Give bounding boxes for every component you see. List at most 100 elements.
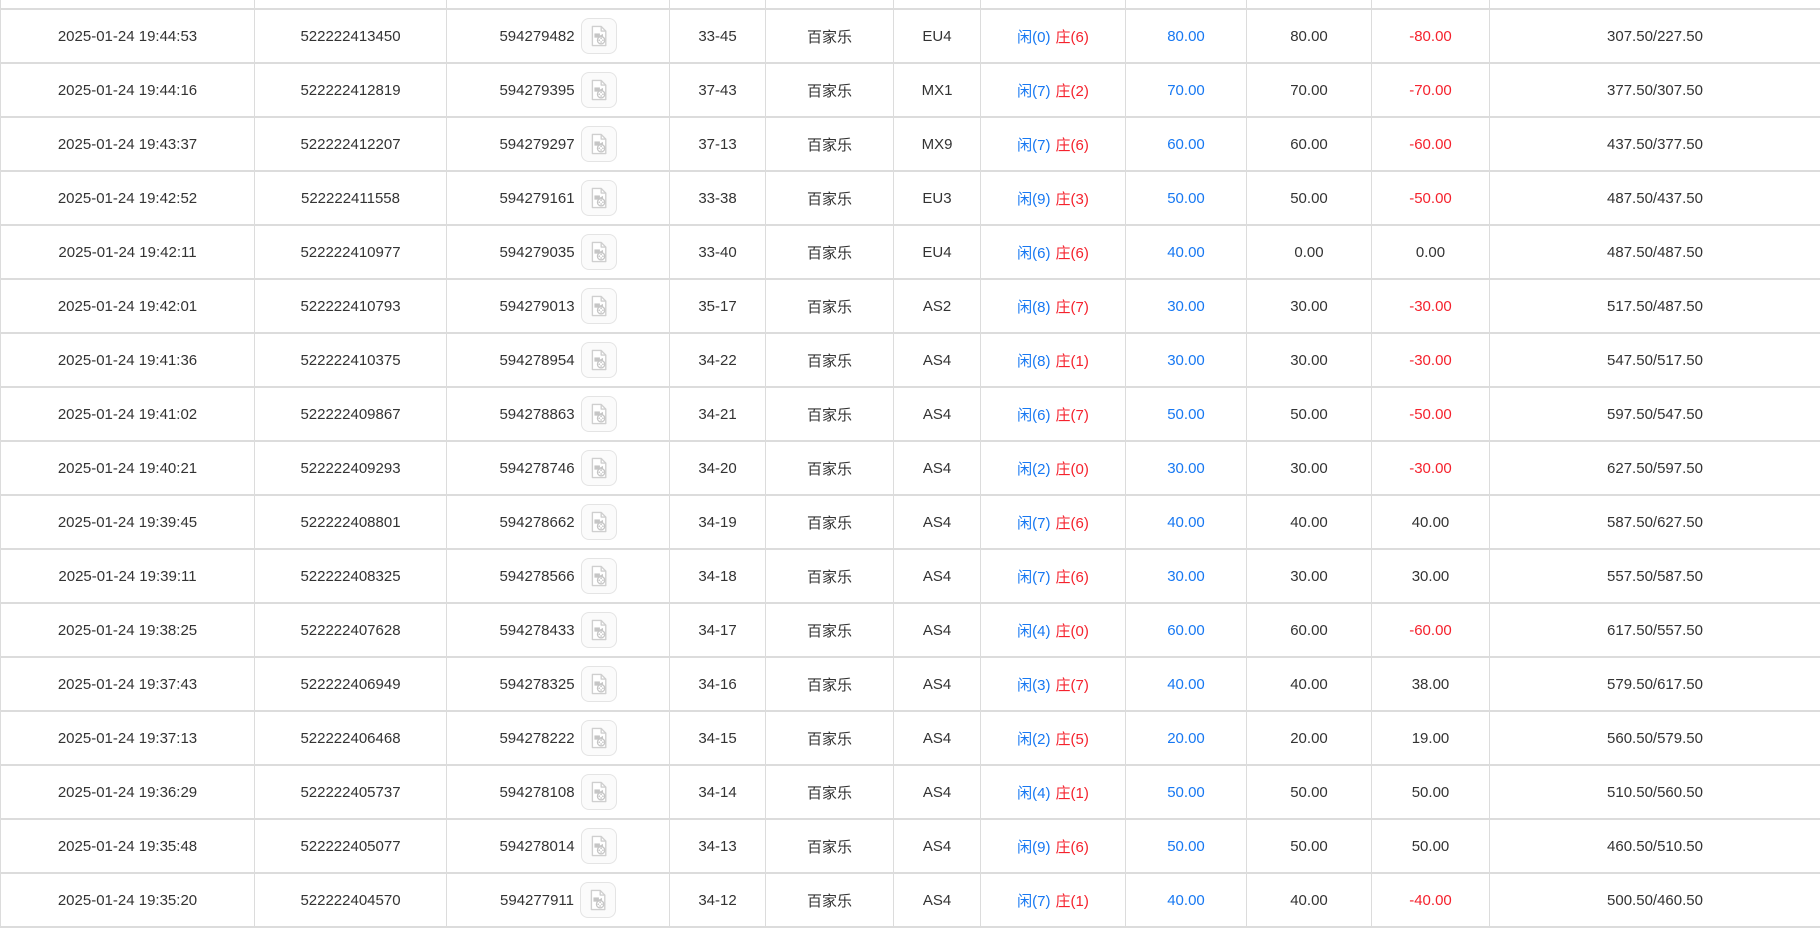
bet-amount-link[interactable]: 20.00 xyxy=(1167,730,1205,747)
order-no-cell xyxy=(255,0,447,8)
banker-result: 庄(1) xyxy=(1056,350,1089,371)
video-replay-button[interactable] xyxy=(581,450,617,486)
video-replay-button[interactable] xyxy=(580,882,616,918)
game-result-cell: 闲(6) 庄(6) xyxy=(981,226,1126,278)
win-loss-cell: 50.00 xyxy=(1372,766,1490,818)
bet-amount-link[interactable]: 50.00 xyxy=(1167,190,1205,207)
video-replay-button[interactable] xyxy=(581,612,617,648)
video-file-icon xyxy=(588,619,610,641)
bet-amount-cell: 50.00 xyxy=(1126,172,1247,224)
game-result-cell: 闲(8) 庄(7) xyxy=(981,280,1126,332)
table-code-cell: AS4 xyxy=(894,712,981,764)
table-round-cell: 34-14 xyxy=(670,766,766,818)
round-no-cell: 594279482 xyxy=(447,10,670,62)
video-replay-button[interactable] xyxy=(581,18,617,54)
game-result-cell: 闲(4) 庄(1) xyxy=(981,766,1126,818)
table-code-cell: AS2 xyxy=(894,280,981,332)
video-replay-button[interactable] xyxy=(581,720,617,756)
game-name-cell: 百家乐 xyxy=(766,334,894,386)
table-round-cell: 34-22 xyxy=(670,334,766,386)
player-result: 闲(0) xyxy=(1017,26,1050,47)
bet-amount-link[interactable]: 30.00 xyxy=(1167,352,1205,369)
bet-amount-link[interactable]: 50.00 xyxy=(1167,784,1205,801)
win-loss-cell: 30.00 xyxy=(1372,550,1490,602)
video-replay-button[interactable] xyxy=(581,504,617,540)
table-code-cell: MX9 xyxy=(894,118,981,170)
round-no-text: 594278222 xyxy=(499,730,574,747)
video-replay-button[interactable] xyxy=(581,558,617,594)
table-row: 2025-01-24 19:44:16 522222412819 5942793… xyxy=(0,64,1820,118)
round-no-cell: 594278433 xyxy=(447,604,670,656)
valid-amount-cell: 60.00 xyxy=(1247,118,1372,170)
bet-amount-link[interactable]: 40.00 xyxy=(1167,244,1205,261)
table-row: 2025-01-24 19:41:36 522222410375 5942789… xyxy=(0,334,1820,388)
valid-amount-cell: 50.00 xyxy=(1247,172,1372,224)
video-replay-button[interactable] xyxy=(581,126,617,162)
round-no-text: 594278108 xyxy=(499,784,574,801)
valid-amount-cell: 40.00 xyxy=(1247,658,1372,710)
bet-amount-link[interactable]: 30.00 xyxy=(1167,568,1205,585)
table-round-cell: 34-21 xyxy=(670,388,766,440)
player-result: 闲(2) xyxy=(1017,458,1050,479)
game-name-cell: 百家乐 xyxy=(766,64,894,116)
video-replay-button[interactable] xyxy=(581,774,617,810)
balance-cell: 510.50/560.50 xyxy=(1490,766,1820,818)
bet-amount-cell: 30.00 xyxy=(1126,550,1247,602)
bet-amount-link[interactable]: 50.00 xyxy=(1167,406,1205,423)
video-replay-button[interactable] xyxy=(581,180,617,216)
table-code-cell: AS4 xyxy=(894,766,981,818)
bet-amount-link[interactable]: 40.00 xyxy=(1167,892,1205,909)
order-no-cell: 522222410375 xyxy=(255,334,447,386)
video-file-icon xyxy=(588,835,610,857)
bet-amount-link[interactable]: 60.00 xyxy=(1167,622,1205,639)
table-round-cell: 34-13 xyxy=(670,820,766,872)
table-code-cell: AS4 xyxy=(894,604,981,656)
banker-result: 庄(1) xyxy=(1056,890,1089,911)
table-row: 2025-01-24 19:40:21 522222409293 5942787… xyxy=(0,442,1820,496)
banker-result: 庄(7) xyxy=(1056,296,1089,317)
valid-amount-cell: 40.00 xyxy=(1247,874,1372,926)
video-replay-button[interactable] xyxy=(581,288,617,324)
game-name-cell xyxy=(766,0,894,8)
round-no-text: 594277911 xyxy=(500,892,574,909)
video-replay-button[interactable] xyxy=(581,828,617,864)
bet-amount-link[interactable]: 40.00 xyxy=(1167,514,1205,531)
banker-result: 庄(6) xyxy=(1056,512,1089,533)
round-no-cell: 594278662 xyxy=(447,496,670,548)
bet-amount-link[interactable]: 50.00 xyxy=(1167,838,1205,855)
bet-time-cell: 2025-01-24 19:44:16 xyxy=(0,64,255,116)
round-no-cell: 594278863 xyxy=(447,388,670,440)
banker-result: 庄(6) xyxy=(1056,26,1089,47)
video-replay-button[interactable] xyxy=(581,666,617,702)
bet-time-cell: 2025-01-24 19:35:48 xyxy=(0,820,255,872)
bet-amount-link[interactable]: 40.00 xyxy=(1167,676,1205,693)
video-file-icon xyxy=(588,781,610,803)
video-replay-button[interactable] xyxy=(581,72,617,108)
game-result-cell: 闲(6) 庄(7) xyxy=(981,388,1126,440)
bet-amount-link[interactable]: 30.00 xyxy=(1167,298,1205,315)
player-result: 闲(7) xyxy=(1017,80,1050,101)
game-result-cell: 闲(2) 庄(0) xyxy=(981,442,1126,494)
bet-amount-link[interactable]: 60.00 xyxy=(1167,136,1205,153)
bet-amount-link[interactable]: 30.00 xyxy=(1167,460,1205,477)
video-replay-button[interactable] xyxy=(581,396,617,432)
game-name-cell: 百家乐 xyxy=(766,604,894,656)
bet-amount-link[interactable]: 70.00 xyxy=(1167,82,1205,99)
game-name-cell: 百家乐 xyxy=(766,820,894,872)
video-replay-button[interactable] xyxy=(581,234,617,270)
bet-time-cell: 2025-01-24 19:42:01 xyxy=(0,280,255,332)
table-round-cell: 37-13 xyxy=(670,118,766,170)
win-loss-cell: -70.00 xyxy=(1372,64,1490,116)
round-no-cell: 594278014 xyxy=(447,820,670,872)
game-name-cell: 百家乐 xyxy=(766,550,894,602)
video-replay-button[interactable] xyxy=(581,342,617,378)
table-round-cell: 34-17 xyxy=(670,604,766,656)
game-name-cell: 百家乐 xyxy=(766,280,894,332)
balance-cell: 517.50/487.50 xyxy=(1490,280,1820,332)
table-code-cell: AS4 xyxy=(894,820,981,872)
game-result-cell: 闲(7) 庄(6) xyxy=(981,496,1126,548)
bet-amount-link[interactable]: 80.00 xyxy=(1167,28,1205,45)
win-loss-cell: -80.00 xyxy=(1372,10,1490,62)
table-round-cell: 34-15 xyxy=(670,712,766,764)
win-loss-cell xyxy=(1372,0,1490,8)
